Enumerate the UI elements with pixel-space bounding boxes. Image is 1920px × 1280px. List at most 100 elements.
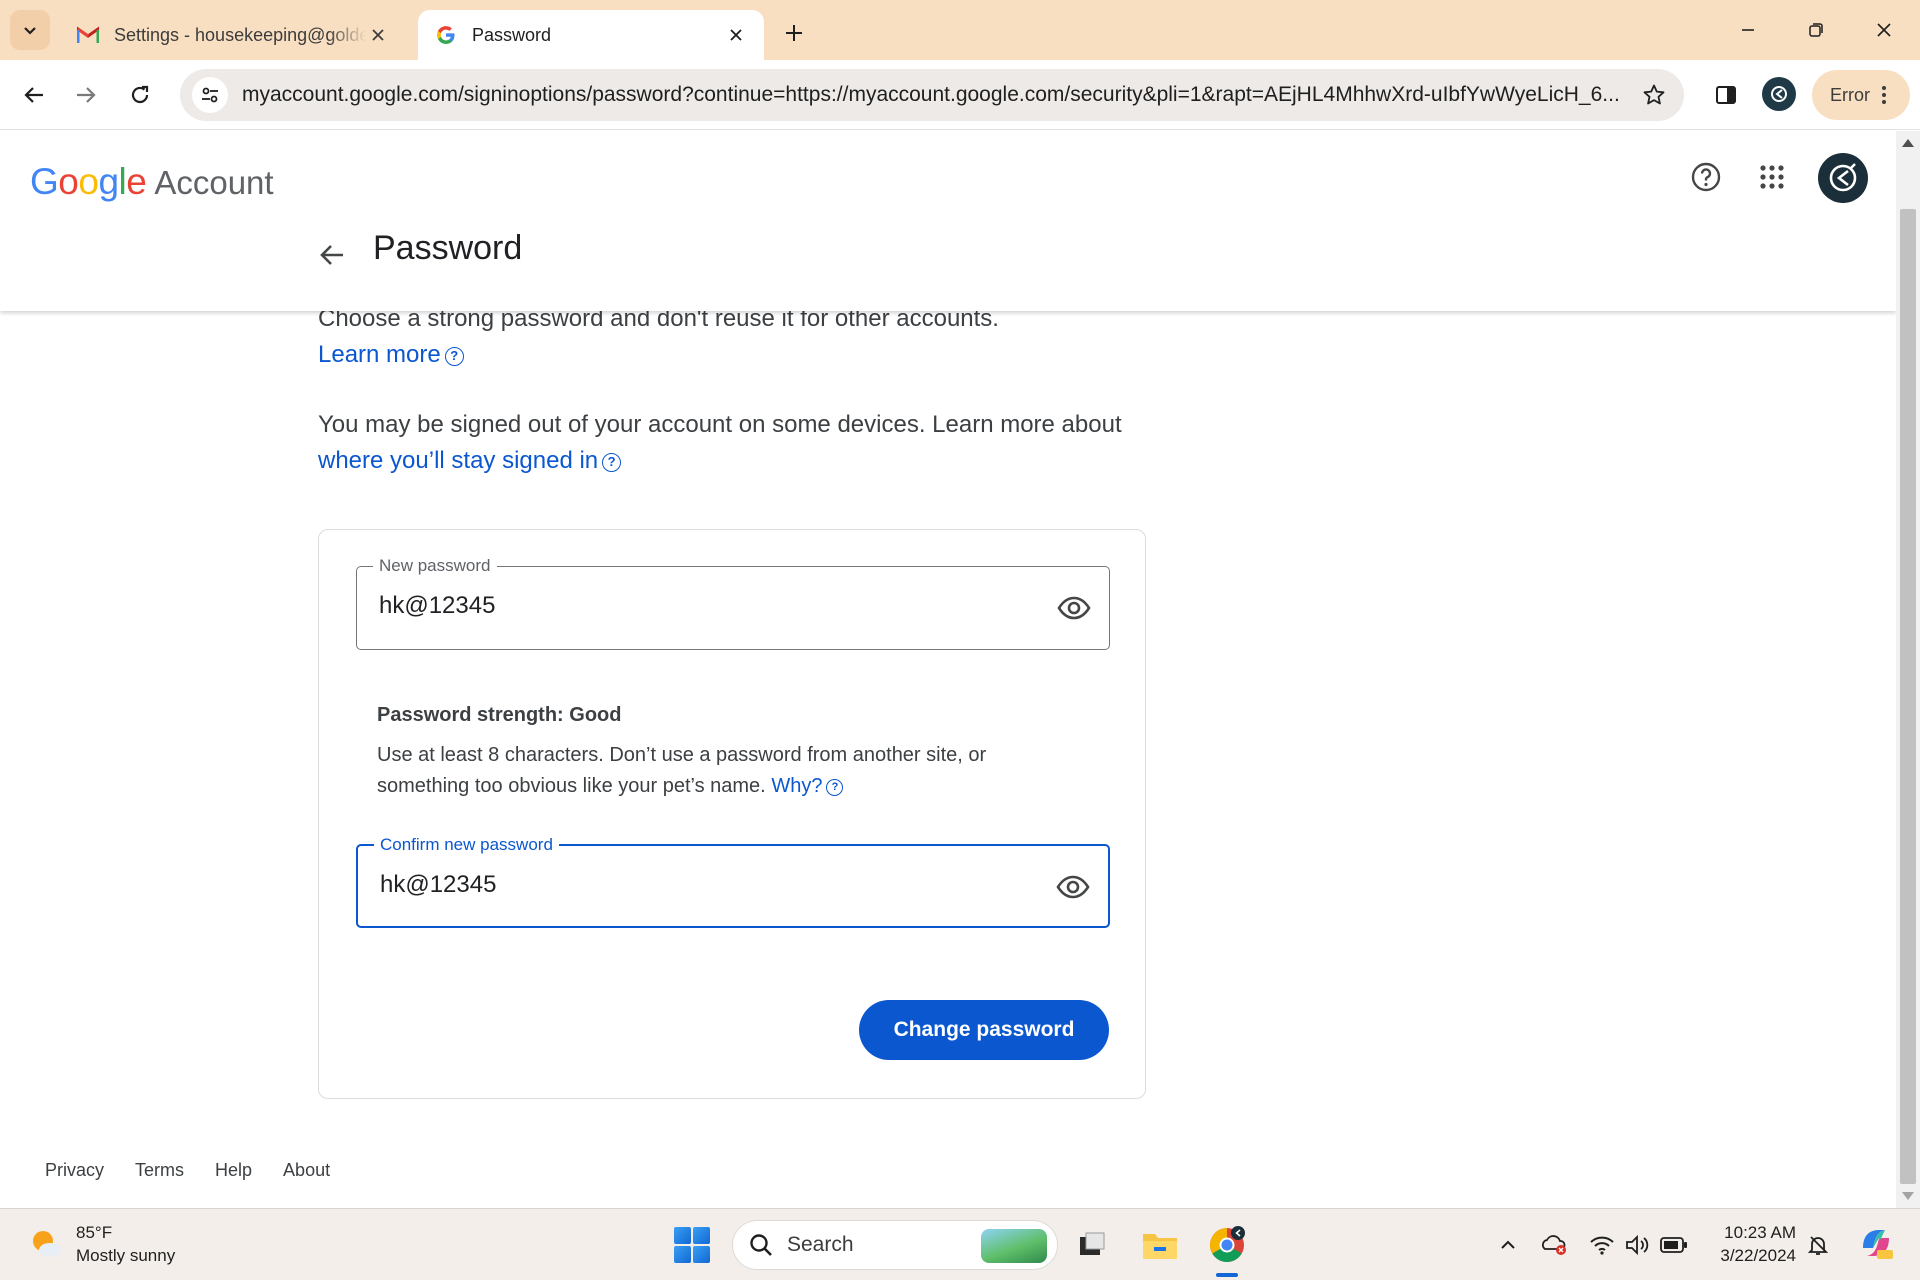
google-logo-text: Google [30, 161, 147, 202]
volume-icon[interactable] [1624, 1231, 1652, 1259]
browser-toolbar: myaccount.google.com/signinoptions/passw… [0, 60, 1920, 130]
help-icon [1691, 162, 1721, 192]
minimize-icon [1742, 29, 1754, 31]
password-strength: Password strength: Good [377, 704, 622, 726]
weather-sun-icon [28, 1226, 64, 1262]
copilot-icon[interactable] [1856, 1223, 1896, 1263]
page-footer: Privacy Terms Help About [45, 1160, 330, 1181]
file-explorer-icon[interactable] [1138, 1223, 1182, 1267]
search-icon [750, 1234, 772, 1256]
plus-icon [786, 25, 802, 41]
confirm-password-field[interactable]: Confirm new password [356, 835, 1110, 928]
onedrive-error-icon[interactable] [1540, 1231, 1568, 1259]
reload-button[interactable] [118, 73, 162, 117]
new-password-label: New password [373, 556, 497, 576]
weather-widget[interactable]: 85°F Mostly sunny [28, 1221, 175, 1267]
more-vert-icon [1882, 86, 1886, 104]
help-icon: ? [602, 453, 622, 472]
site-info-icon[interactable] [192, 77, 228, 113]
confirm-password-label: Confirm new password [374, 835, 559, 855]
footer-link-help[interactable]: Help [215, 1160, 252, 1181]
minimize-button[interactable] [1714, 0, 1782, 60]
close-icon [1877, 23, 1891, 37]
profile-avatar-icon[interactable] [1762, 77, 1796, 111]
footer-link-about[interactable]: About [283, 1160, 330, 1181]
stay-signed-in-link[interactable]: where you’ll stay signed in? [318, 447, 622, 474]
help-button[interactable] [1686, 157, 1726, 197]
task-view-icon[interactable] [1070, 1223, 1114, 1267]
footer-link-privacy[interactable]: Privacy [45, 1160, 104, 1181]
password-hint: Use at least 8 characters. Don’t use a p… [377, 744, 987, 797]
back-button[interactable] [12, 73, 56, 117]
avatar-logo-icon [1829, 163, 1857, 192]
error-label: Error [1830, 84, 1870, 105]
scroll-up-icon[interactable] [1902, 139, 1914, 147]
signed-out-text: You may be signed out of your account on… [318, 411, 1122, 438]
account-avatar[interactable] [1818, 153, 1868, 203]
help-icon: ? [444, 347, 464, 366]
bookmark-star-icon[interactable] [1640, 81, 1668, 109]
browser-error-button[interactable]: Error [1812, 70, 1910, 120]
arrow-left-icon [320, 245, 343, 265]
side-panel-button[interactable] [1704, 73, 1748, 117]
scroll-thumb[interactable] [1900, 209, 1916, 1184]
weather-temp: 85°F [76, 1223, 113, 1242]
close-window-button[interactable] [1850, 0, 1918, 60]
change-password-button[interactable]: Change password [859, 1000, 1109, 1060]
tab-title: Password [472, 24, 552, 45]
show-password-icon[interactable] [1054, 868, 1092, 906]
url-text[interactable]: myaccount.google.com/signinoptions/passw… [242, 83, 1632, 107]
gmail-icon [76, 23, 100, 47]
apps-button[interactable] [1752, 157, 1792, 197]
back-arrow-button[interactable] [312, 235, 352, 275]
confirm-password-input[interactable] [380, 871, 980, 899]
close-icon[interactable] [724, 23, 748, 47]
page-scrollbar[interactable] [1896, 131, 1920, 1208]
restore-button[interactable] [1782, 0, 1850, 60]
forward-button[interactable] [64, 73, 108, 117]
why-link[interactable]: Why?? [771, 775, 844, 797]
help-icon: ? [826, 779, 844, 796]
new-password-input[interactable] [379, 592, 979, 620]
tab-password[interactable]: Password [418, 10, 764, 60]
system-clock[interactable]: 10:23 AM 3/22/2024 [1700, 1221, 1796, 1267]
page-viewport: Google Account Password Choose a strong … [0, 131, 1896, 1208]
page-title: Password [373, 229, 523, 267]
tab-title: Settings - housekeeping@goldenkey.com [114, 24, 366, 45]
weather-desc: Mostly sunny [76, 1246, 176, 1265]
account-logo-text: Account [154, 164, 274, 201]
start-button[interactable] [674, 1227, 710, 1263]
wifi-icon[interactable] [1588, 1231, 1616, 1259]
google-account-logo[interactable]: Google Account [30, 161, 274, 203]
clock-time: 10:23 AM [1724, 1223, 1796, 1242]
windows-taskbar: 85°F Mostly sunny Search 10:23 AM 3/22/2… [0, 1208, 1920, 1280]
tab-search-button[interactable] [10, 10, 50, 50]
notification-bell-icon[interactable] [1804, 1231, 1832, 1259]
close-icon[interactable] [366, 23, 390, 47]
google-icon [434, 23, 458, 47]
google-account-header: Google Account Password [0, 131, 1896, 311]
chrome-icon[interactable] [1205, 1223, 1249, 1267]
address-bar[interactable]: myaccount.google.com/signinoptions/passw… [180, 69, 1684, 121]
signed-out-paragraph: You may be signed out of your account on… [318, 407, 1122, 479]
clock-date: 3/22/2024 [1720, 1246, 1796, 1265]
restore-icon [1809, 23, 1823, 37]
new-tab-button[interactable] [776, 15, 812, 51]
arrow-right-icon [77, 87, 96, 103]
search-label: Search [787, 1233, 854, 1256]
scroll-down-icon[interactable] [1902, 1192, 1914, 1200]
new-password-field[interactable]: New password [356, 556, 1110, 650]
learn-more-link[interactable]: Learn more? [318, 341, 464, 368]
footer-link-terms[interactable]: Terms [135, 1160, 184, 1181]
tab-strip: Settings - housekeeping@goldenkey.com Pa… [0, 0, 1920, 60]
password-form-card: New password Password strength: Good Use… [318, 529, 1146, 1099]
tray-overflow-icon[interactable] [1494, 1231, 1522, 1259]
apps-grid-icon [1760, 165, 1784, 189]
side-panel-icon [1716, 86, 1736, 104]
taskbar-search[interactable]: Search [732, 1220, 1058, 1270]
battery-icon[interactable] [1660, 1231, 1688, 1259]
search-highlight-image [981, 1229, 1047, 1263]
show-password-icon[interactable] [1055, 589, 1093, 627]
arrow-left-icon [24, 87, 43, 103]
tab-gmail-settings[interactable]: Settings - housekeeping@goldenkey.com [60, 10, 406, 60]
